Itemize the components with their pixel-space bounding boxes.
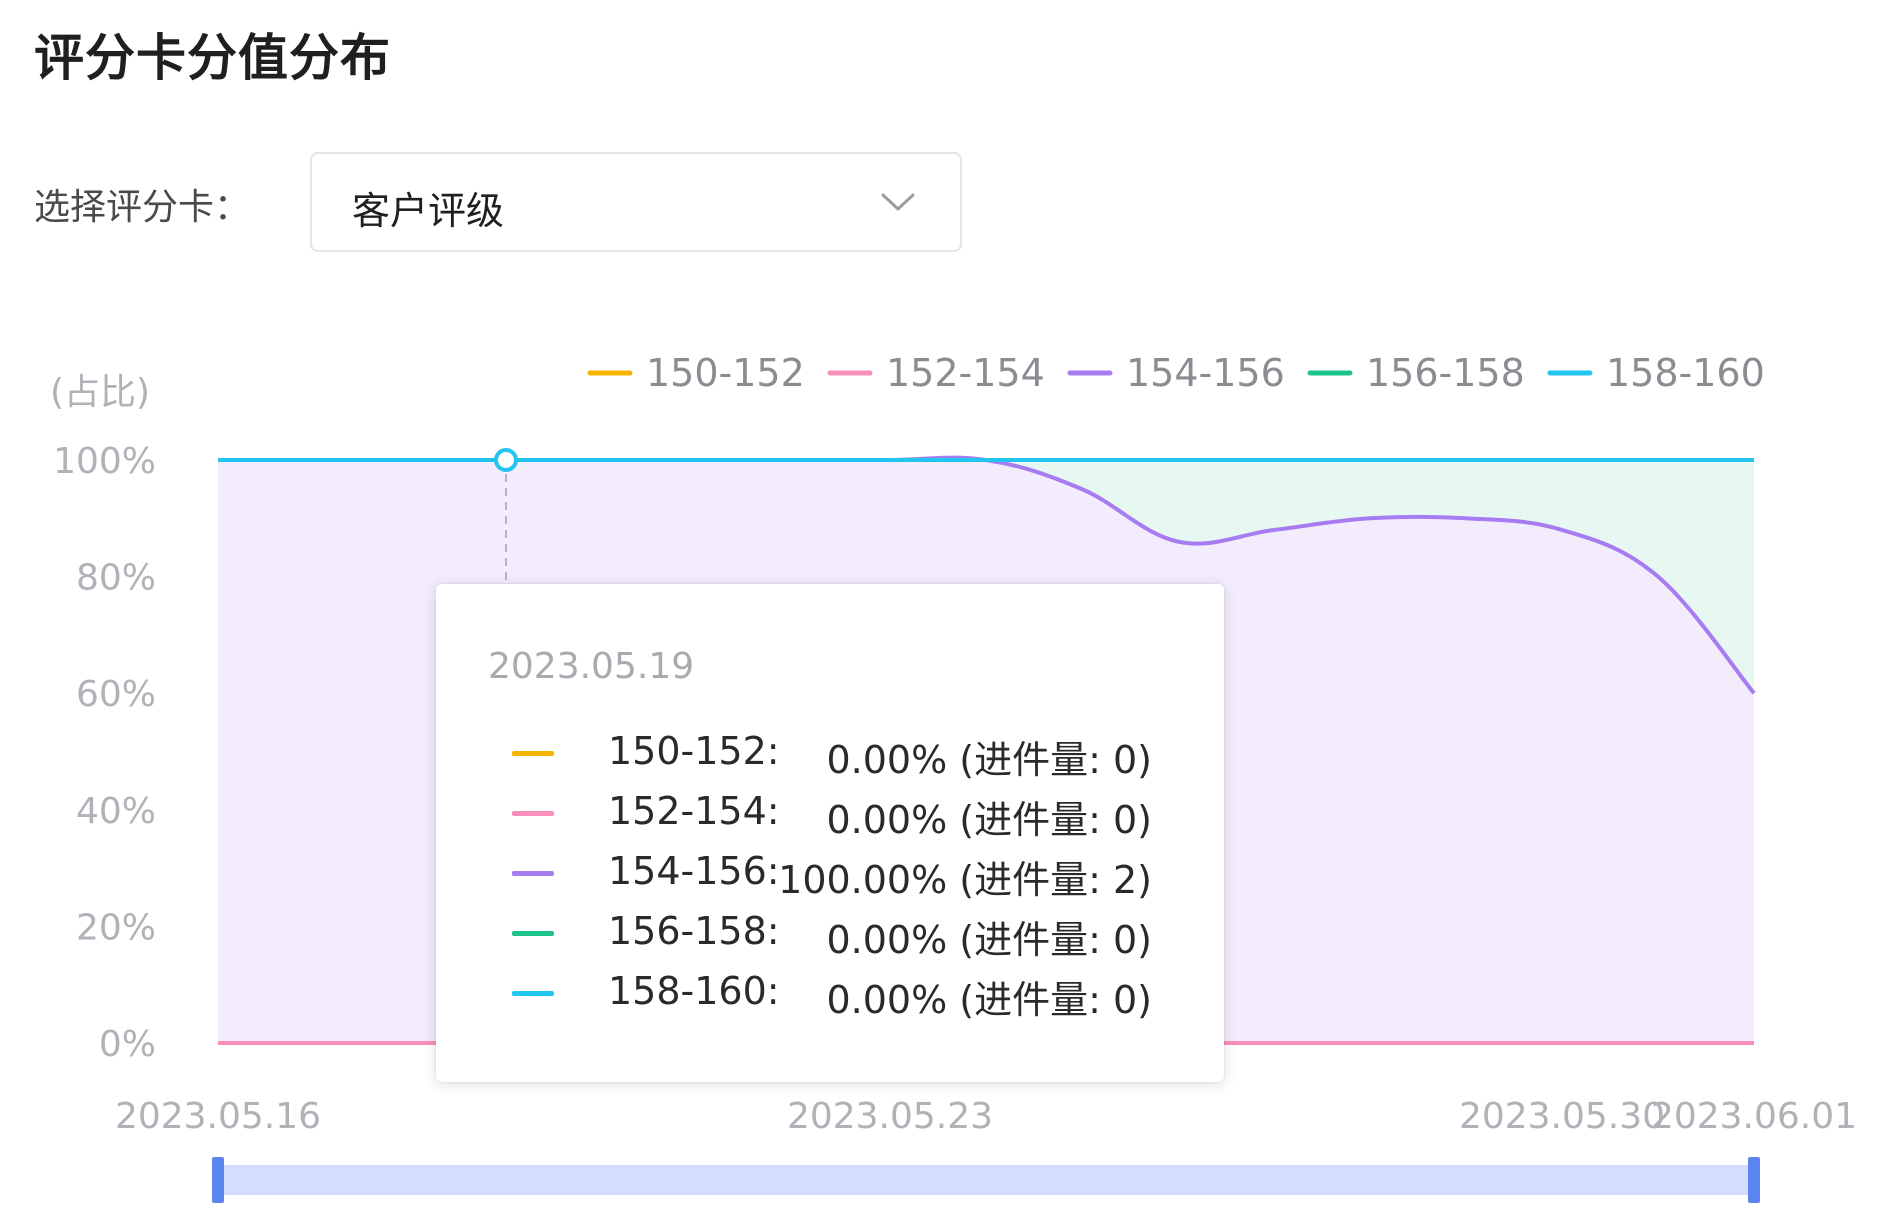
- chart-tooltip: 2023.05.19 150-152: 0.00% (进件量: 0) 152-154…: [436, 584, 1224, 1082]
- legend-label-150-152: 150-152: [646, 351, 805, 395]
- x-tick-label: 2023.05.23: [787, 1096, 993, 1137]
- tooltip-row: 158-160: 0.00% (进件量: 0): [512, 969, 1212, 1022]
- tooltip-swatch: [512, 991, 554, 996]
- y-tick-label: 100%: [53, 441, 156, 482]
- legend-label-152-154: 152-154: [886, 351, 1045, 395]
- y-tick-label: 40%: [76, 791, 156, 832]
- zoom-slider-left-handle[interactable]: [212, 1157, 224, 1203]
- tooltip-swatch: [512, 811, 554, 816]
- y-tick-label: 20%: [76, 907, 156, 948]
- tooltip-row: 152-154: 0.00% (进件量: 0): [512, 789, 1212, 842]
- x-tick-label: 2023.05.30: [1459, 1096, 1665, 1137]
- tooltip-series-value: 0.00% (进件量: 0): [826, 918, 1152, 962]
- tooltip-series-value: 100.00% (进件量: 2): [778, 858, 1152, 902]
- zoom-slider-track: [218, 1165, 1754, 1195]
- tooltip-swatch: [512, 931, 554, 936]
- tooltip-row: 150-152: 0.00% (进件量: 0): [512, 729, 1212, 782]
- tooltip-series-value: 0.00% (进件量: 0): [826, 738, 1152, 782]
- tooltip-series-name: 152-154:: [608, 789, 780, 833]
- y-axis-unit-label: (占比): [50, 372, 150, 413]
- tooltip-swatch: [512, 751, 554, 756]
- legend-label-158-160: 158-160: [1606, 351, 1765, 395]
- tooltip-row: 156-158: 0.00% (进件量: 0): [512, 909, 1212, 962]
- x-tick-label: 2023.05.16: [115, 1096, 321, 1137]
- y-tick-label: 0%: [99, 1024, 156, 1065]
- legend-label-154-156: 154-156: [1126, 351, 1285, 395]
- tooltip-series-name: 158-160:: [608, 969, 780, 1013]
- tooltip-series-value: 0.00% (进件量: 0): [826, 978, 1152, 1022]
- tooltip-series-value: 0.00% (进件量: 0): [826, 798, 1152, 842]
- x-tick-label: 2023.06.01: [1651, 1096, 1857, 1137]
- tooltip-series-name: 156-158:: [608, 909, 780, 953]
- zoom-slider-right-handle[interactable]: [1748, 1157, 1760, 1203]
- legend-label-156-158: 156-158: [1366, 351, 1525, 395]
- tooltip-series-name: 154-156:: [608, 849, 780, 893]
- y-tick-label: 80%: [76, 558, 156, 599]
- y-tick-label: 60%: [76, 674, 156, 715]
- hover-point: [494, 448, 518, 472]
- tooltip-series-name: 150-152:: [608, 729, 780, 773]
- tooltip-date: 2023.05.19: [488, 646, 695, 687]
- tooltip-swatch: [512, 871, 554, 876]
- tooltip-row: 154-156: 100.00% (进件量: 2): [512, 849, 1212, 902]
